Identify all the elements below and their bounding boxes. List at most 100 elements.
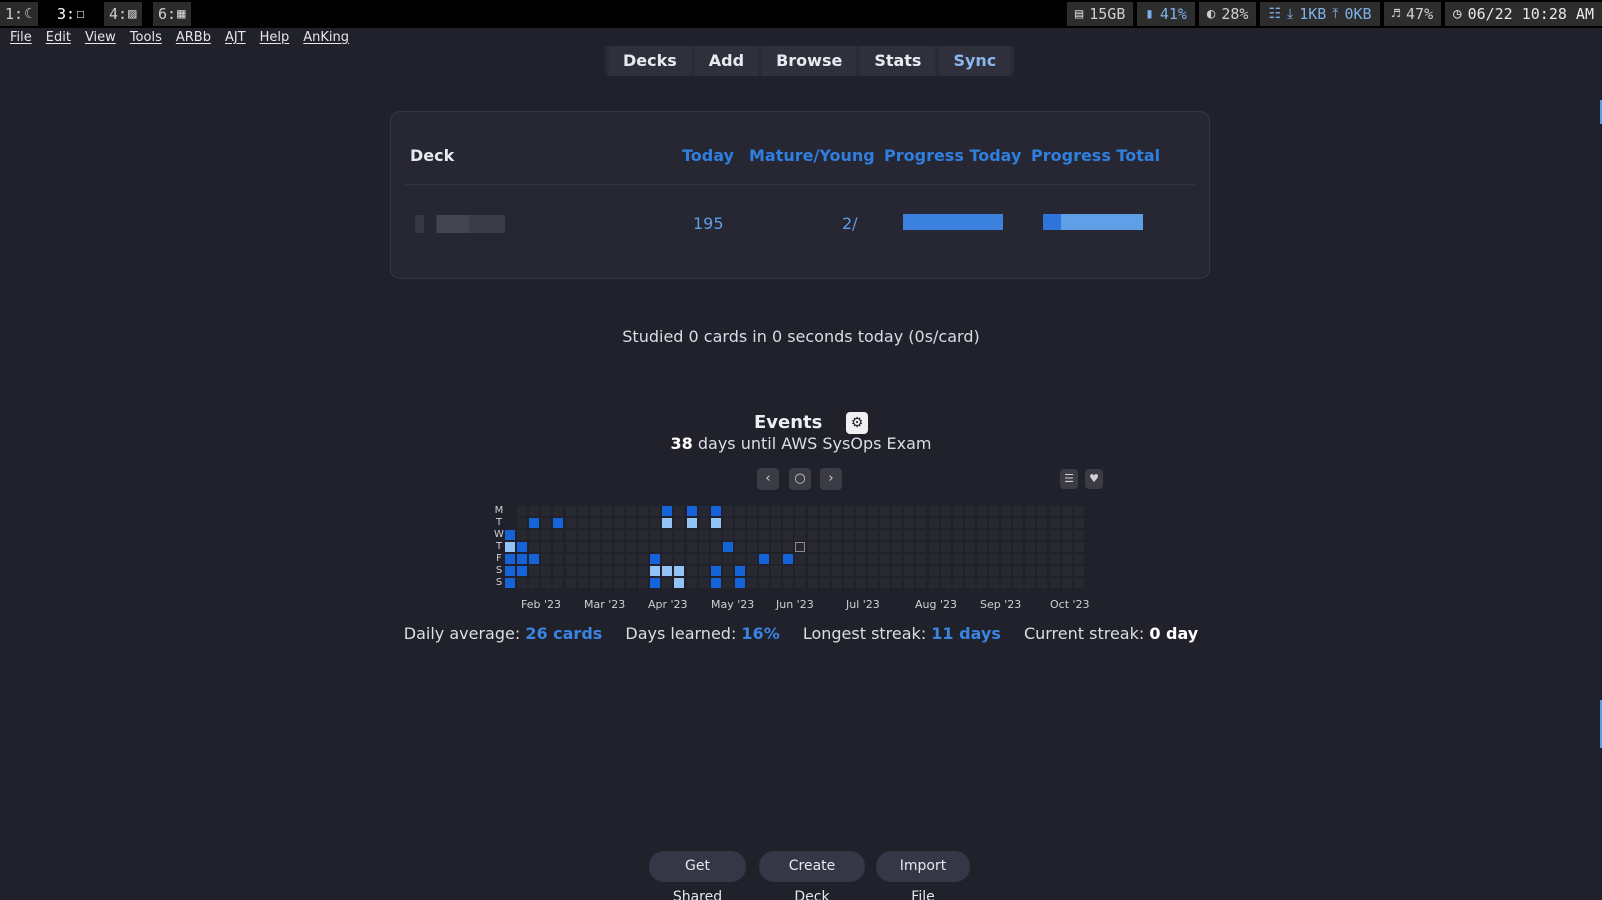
heatmap-cell[interactable] — [698, 542, 709, 552]
heatmap-cell[interactable] — [868, 506, 878, 516]
heatmap-cell[interactable] — [722, 506, 733, 516]
heatmap-cell[interactable] — [565, 542, 576, 552]
heatmap-cell[interactable] — [1037, 554, 1048, 564]
heatmap-cell[interactable] — [1061, 566, 1072, 576]
heatmap-cell[interactable] — [734, 518, 745, 528]
heatmap-cell[interactable] — [855, 566, 866, 576]
heatmap-cell[interactable] — [952, 518, 963, 528]
heatmap-cell[interactable] — [916, 566, 927, 576]
heatmap-cell[interactable] — [541, 554, 552, 564]
heatmap-cell[interactable] — [940, 566, 951, 576]
heatmap-cell[interactable] — [855, 554, 866, 564]
heatmap-cell[interactable] — [517, 518, 528, 528]
heatmap-cell[interactable] — [565, 554, 576, 564]
heatmap-cell[interactable] — [880, 506, 891, 516]
heatmap-cell[interactable] — [1073, 566, 1084, 576]
heatmap-cell[interactable] — [734, 506, 745, 516]
heatmap-cell[interactable] — [1037, 578, 1048, 588]
heatmap-cell[interactable] — [638, 554, 649, 564]
menu-arbb[interactable]: ARBb — [176, 30, 211, 45]
heatmap-cell[interactable] — [855, 518, 866, 528]
heatmap-cell[interactable] — [1061, 506, 1072, 516]
heatmap-cell[interactable] — [843, 542, 854, 552]
heatmap-cell[interactable] — [541, 578, 552, 588]
heatmap-cell[interactable] — [904, 578, 915, 588]
heatmap-cell[interactable] — [843, 566, 854, 576]
heatmap-cell[interactable] — [807, 506, 818, 516]
heatmap-cell[interactable] — [710, 566, 721, 576]
heatmap-cell[interactable] — [1049, 530, 1060, 540]
heatmap-cell[interactable] — [650, 542, 661, 552]
heatmap-cell[interactable] — [577, 518, 588, 528]
heatmap-cell[interactable] — [734, 542, 745, 552]
heatmap-cell[interactable] — [722, 518, 733, 528]
heatmap-cell[interactable] — [807, 566, 818, 576]
heatmap-cell[interactable] — [952, 542, 963, 552]
heatmap-cell[interactable] — [868, 578, 878, 588]
heatmap-cell[interactable] — [577, 542, 588, 552]
heatmap-cell[interactable] — [601, 506, 612, 516]
heatmap-cell[interactable] — [892, 578, 903, 588]
nav-decks-button[interactable]: Decks — [609, 46, 691, 76]
heatmap-cell[interactable] — [771, 542, 782, 552]
heatmap-cell[interactable] — [674, 518, 685, 528]
heatmap-cell[interactable] — [831, 578, 842, 588]
heatmap-cell[interactable] — [626, 542, 636, 552]
heatmap-cell[interactable] — [759, 554, 770, 564]
heatmap-cell[interactable] — [1049, 506, 1060, 516]
nav-add-button[interactable]: Add — [694, 46, 759, 76]
heatmap-cell[interactable] — [989, 566, 999, 576]
heatmap-cell[interactable] — [952, 506, 963, 516]
heatmap-cell[interactable] — [505, 542, 515, 552]
heatmap-cell[interactable] — [964, 554, 975, 564]
heatmap-cell[interactable] — [747, 530, 757, 540]
heatmap-cell[interactable] — [710, 578, 721, 588]
heatmap-cell[interactable] — [541, 530, 552, 540]
heatmap-cell[interactable] — [698, 518, 709, 528]
heatmap-cell[interactable] — [1001, 518, 1012, 528]
heatmap-cell[interactable] — [759, 578, 770, 588]
heatmap-cell[interactable] — [662, 554, 673, 564]
heatmap-cell[interactable] — [577, 578, 588, 588]
heatmap-cell[interactable] — [940, 578, 951, 588]
heatmap-cell[interactable] — [1049, 554, 1060, 564]
heatmap-cell[interactable] — [843, 506, 854, 516]
heatmap-cell[interactable] — [964, 566, 975, 576]
heatmap-cell[interactable] — [613, 578, 624, 588]
heatmap-cell[interactable] — [771, 518, 782, 528]
heatmap-cell[interactable] — [916, 518, 927, 528]
heatmap-cell[interactable] — [928, 506, 939, 516]
heatmap-cell[interactable] — [698, 566, 709, 576]
heatmap-cell[interactable] — [686, 554, 697, 564]
heatmap-cell[interactable] — [868, 542, 878, 552]
heatmap-cell[interactable] — [565, 518, 576, 528]
heatmap-cell[interactable] — [1073, 506, 1084, 516]
heatmap-cell[interactable] — [928, 554, 939, 564]
menu-view[interactable]: View — [85, 30, 116, 45]
heatmap-cell[interactable] — [747, 542, 757, 552]
heatmap-cell[interactable] — [553, 554, 564, 564]
nav-browse-button[interactable]: Browse — [762, 46, 857, 76]
heatmap-cell[interactable] — [1001, 506, 1012, 516]
heatmap-cell[interactable] — [1025, 518, 1036, 528]
heatmap-cell[interactable] — [855, 506, 866, 516]
heatmap-cell[interactable] — [553, 518, 564, 528]
workspace-4[interactable]: 4: ▨ — [104, 2, 142, 26]
heatmap-cell[interactable] — [976, 578, 987, 588]
heatmap-cell[interactable] — [916, 506, 927, 516]
heatmap-cell[interactable] — [638, 566, 649, 576]
heatmap-cell[interactable] — [1073, 530, 1084, 540]
chevron-right-icon[interactable]: › — [820, 468, 842, 490]
heatmap-cell[interactable] — [529, 518, 540, 528]
heatmap-cell[interactable] — [698, 530, 709, 540]
heatmap-cell[interactable] — [541, 566, 552, 576]
heatmap-cell[interactable] — [722, 566, 733, 576]
heatmap-cell[interactable] — [722, 554, 733, 564]
heatmap-cell[interactable] — [783, 554, 794, 564]
heatmap-cell[interactable] — [989, 506, 999, 516]
heatmap-cell[interactable] — [650, 530, 661, 540]
heatmap-cell[interactable] — [517, 566, 528, 576]
heatmap-cell[interactable] — [1061, 530, 1072, 540]
heatmap-cell[interactable] — [904, 506, 915, 516]
heatmap-cell[interactable] — [601, 530, 612, 540]
